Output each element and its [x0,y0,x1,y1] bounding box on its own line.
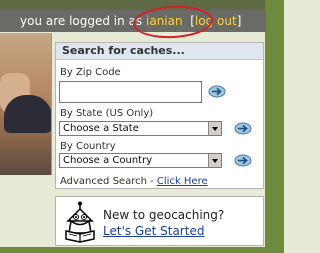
advanced-search: Advanced Search - Click Here [60,176,208,187]
profile-photo [0,33,52,175]
state-select-value: Choose a State [63,123,139,134]
country-label: By Country [60,141,116,152]
chevron-down-icon [208,122,221,135]
cache-search-panel: Search for caches... By Zip Code By Stat… [55,42,264,189]
newcomer-title: New to geocaching? [103,208,225,222]
chevron-down-icon [208,154,221,167]
go-arrow-icon[interactable] [234,154,252,167]
advanced-search-link[interactable]: Click Here [157,176,208,187]
state-select[interactable]: Choose a State [59,121,222,136]
bracket-close: ] [236,14,242,28]
go-arrow-icon[interactable] [234,122,252,135]
country-select[interactable]: Choose a Country [59,153,222,168]
header-strip [0,0,266,10]
go-arrow-icon[interactable] [208,85,226,98]
state-label: By State (US Only) [60,108,154,119]
search-panel-title: Search for caches... [56,43,263,60]
country-select-value: Choose a Country [63,155,153,166]
zip-code-input[interactable] [59,81,202,103]
mascot-icon [65,201,95,243]
photo-clothing [4,95,51,133]
login-status-text: you are logged in as [20,14,143,28]
get-started-link[interactable]: Let's Get Started [103,224,204,238]
zip-label: By Zip Code [60,67,121,78]
page-border-bottom [0,247,284,253]
advanced-search-label: Advanced Search - [60,176,154,187]
page-border-right [265,0,284,253]
new-to-geocaching-box: New to geocaching? Let's Get Started [55,196,264,246]
